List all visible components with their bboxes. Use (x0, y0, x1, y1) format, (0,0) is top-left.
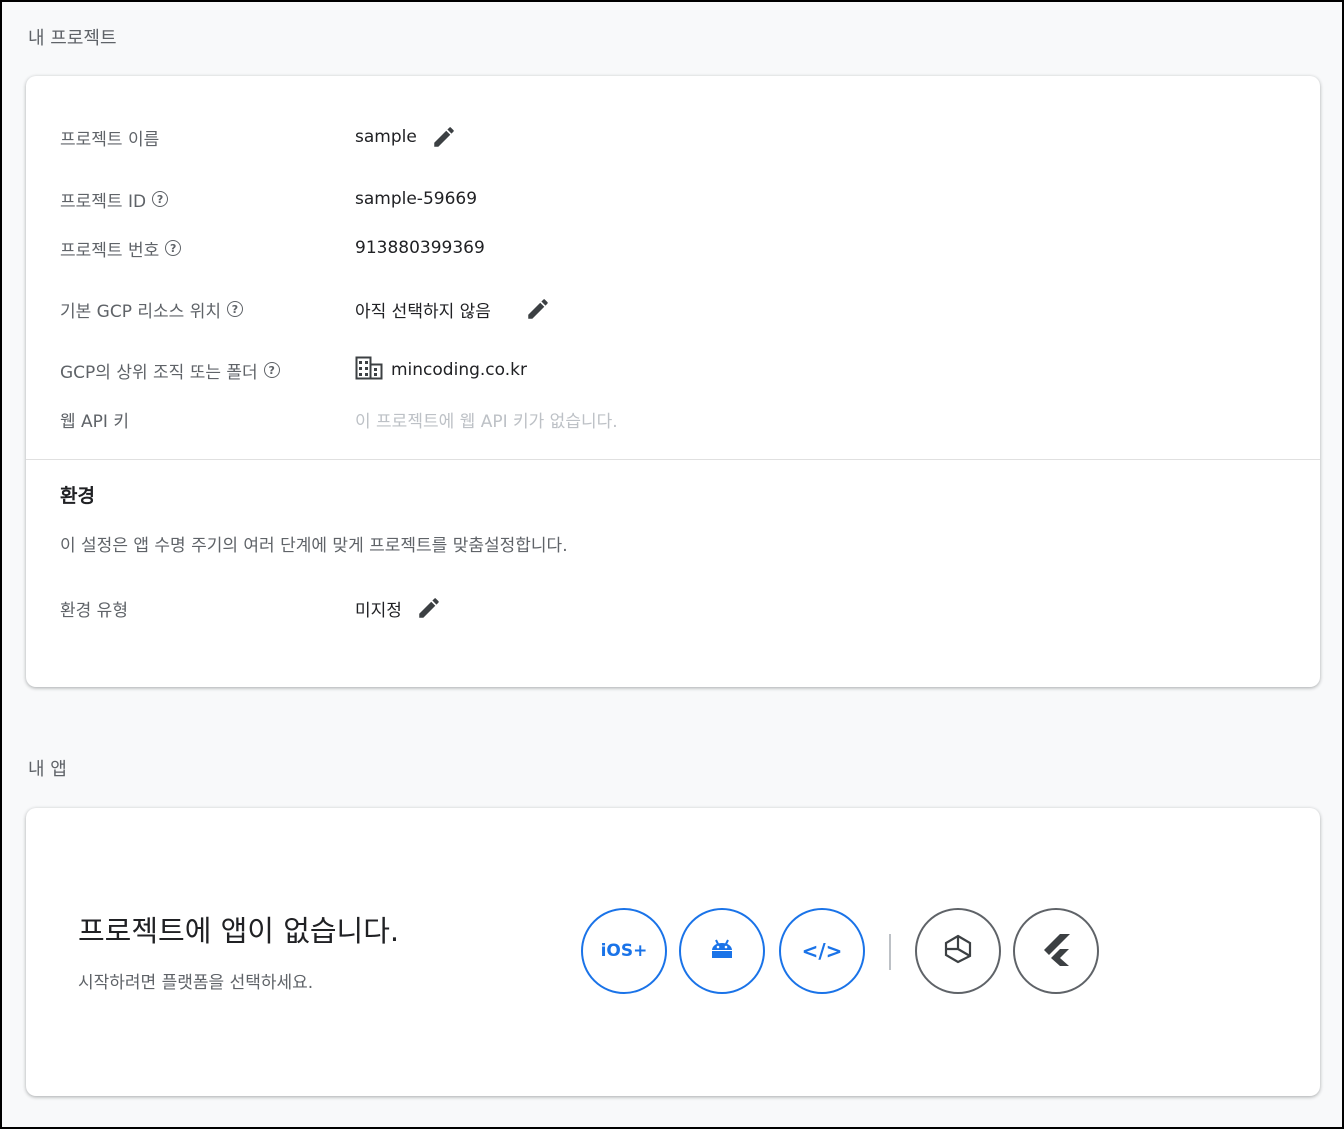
edit-resource-location-icon[interactable] (525, 296, 551, 322)
platform-separator (889, 934, 891, 970)
project-id-value: sample-59669 (355, 189, 478, 209)
edit-project-name-icon[interactable] (431, 124, 457, 150)
project-name-row: 프로젝트 이름 sample (60, 122, 1286, 152)
project-number-row: 프로젝트 번호 ? 913880399369 (60, 233, 1286, 263)
resource-location-value: 아직 선택하지 않음 (355, 301, 491, 322)
add-unity-app-button[interactable] (915, 908, 1001, 994)
project-name-value: sample (355, 127, 417, 147)
project-number-label: 프로젝트 번호 (60, 240, 160, 261)
apps-card: 프로젝트에 앱이 없습니다. 시작하려면 플랫폼을 선택하세요. iOS+ </… (26, 808, 1320, 1096)
resource-location-label: 기본 GCP 리소스 위치 (60, 301, 221, 322)
no-apps-title: 프로젝트에 앱이 없습니다. (78, 914, 400, 948)
help-icon[interactable]: ? (165, 240, 182, 256)
project-settings-card: 프로젝트 이름 sample 프로젝트 ID ? sample-59669 프로… (26, 76, 1320, 687)
help-icon[interactable]: ? (152, 191, 169, 207)
environment-type-row: 환경 유형 미지정 (60, 593, 1286, 623)
apps-section-title: 내 앱 (28, 759, 67, 780)
environment-title: 환경 (60, 485, 95, 507)
add-ios-app-button[interactable]: iOS+ (581, 908, 667, 994)
help-icon[interactable]: ? (227, 301, 243, 317)
code-icon: </> (801, 939, 843, 963)
web-api-key-label: 웹 API 키 (60, 411, 129, 432)
unity-icon (942, 933, 974, 969)
environment-type-value: 미지정 (355, 600, 402, 621)
add-flutter-app-button[interactable] (1013, 908, 1099, 994)
resource-location-row: 기본 GCP 리소스 위치 ? 아직 선택하지 않음 (60, 294, 1286, 324)
project-section-title: 내 프로젝트 (28, 28, 117, 49)
web-api-key-row: 웹 API 키 이 프로젝트에 웹 API 키가 없습니다. (60, 404, 1286, 434)
project-id-row: 프로젝트 ID ? sample-59669 (60, 184, 1286, 214)
web-api-key-value: 이 프로젝트에 웹 API 키가 없습니다. (355, 411, 618, 432)
divider (26, 459, 1320, 460)
project-name-label: 프로젝트 이름 (60, 129, 160, 150)
environment-type-label: 환경 유형 (60, 600, 128, 621)
flutter-icon (1041, 932, 1071, 970)
no-apps-subtitle: 시작하려면 플랫폼을 선택하세요. (78, 973, 314, 993)
ios-icon: iOS+ (600, 941, 648, 961)
add-android-app-button[interactable] (679, 908, 765, 994)
android-icon (709, 938, 735, 964)
add-web-app-button[interactable]: </> (779, 908, 865, 994)
building-icon (355, 356, 383, 385)
parent-org-label: GCP의 상위 조직 또는 폴더 (60, 362, 258, 383)
project-id-label: 프로젝트 ID (60, 191, 147, 212)
parent-org-row: GCP의 상위 조직 또는 폴더 ? mincoding.co.kr (60, 355, 1286, 385)
parent-org-value: mincoding.co.kr (391, 360, 527, 380)
project-number-value: 913880399369 (355, 238, 485, 258)
edit-environment-type-icon[interactable] (416, 595, 442, 621)
help-icon[interactable]: ? (263, 362, 280, 378)
environment-description: 이 설정은 앱 수명 주기의 여러 단계에 맞게 프로젝트를 맞춤설정합니다. (60, 536, 568, 556)
